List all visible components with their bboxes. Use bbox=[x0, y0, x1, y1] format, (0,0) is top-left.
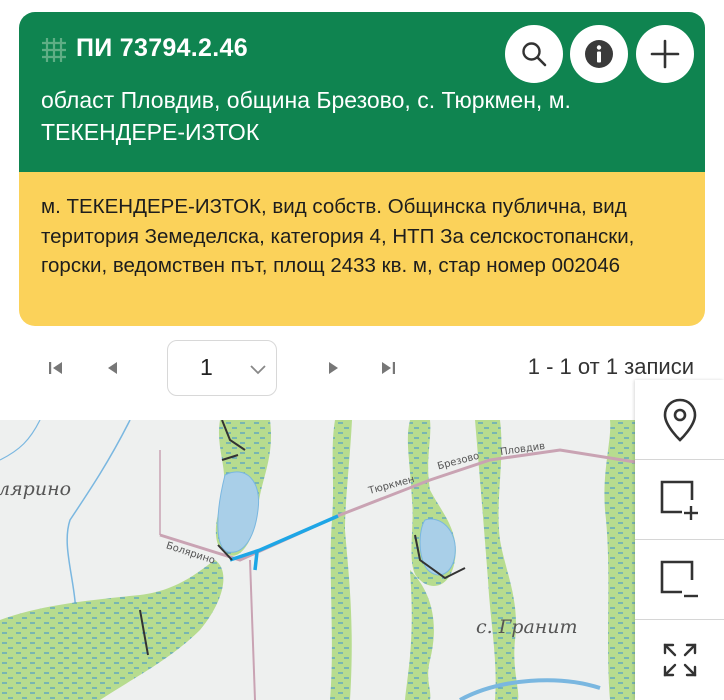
pagination: 1 1 - 1 от 1 записи bbox=[0, 340, 724, 396]
page-select-value: 1 bbox=[200, 354, 213, 380]
parcel-description: м. ТЕКЕНДЕРЕ-ИЗТОК, вид собств. Общинска… bbox=[41, 195, 635, 277]
map-view[interactable]: лярино с. Гранит Тюркмен Брезово Пловдив… bbox=[0, 420, 724, 700]
map-toolbar bbox=[635, 380, 724, 700]
fullscreen-icon bbox=[663, 643, 696, 677]
parcel-grid-icon bbox=[42, 38, 66, 62]
parcel-address: област Пловдив, община Брезово, с. Тюркм… bbox=[41, 87, 571, 145]
page-select[interactable]: 1 bbox=[167, 340, 277, 396]
remove-area-button[interactable] bbox=[635, 540, 724, 620]
village-label-boliarino: лярино bbox=[0, 478, 72, 500]
search-button[interactable] bbox=[505, 25, 563, 83]
first-page-button[interactable] bbox=[44, 356, 68, 380]
plus-icon bbox=[650, 39, 680, 69]
village-label-granit: с. Гранит bbox=[476, 616, 578, 638]
prev-page-icon bbox=[108, 362, 117, 374]
prev-page-button[interactable] bbox=[100, 356, 124, 380]
parcel-header: ПИ 73794.2.46 област Пловдив, община Бре… bbox=[19, 12, 705, 172]
add-area-icon bbox=[660, 480, 698, 520]
fullscreen-button[interactable] bbox=[635, 620, 724, 700]
next-page-icon bbox=[329, 362, 338, 374]
info-icon bbox=[585, 40, 613, 68]
search-icon bbox=[522, 42, 547, 67]
map-canvas bbox=[0, 420, 636, 700]
location-pin-icon bbox=[663, 398, 696, 442]
parcel-details: м. ТЕКЕНДЕРЕ-ИЗТОК, вид собств. Общинска… bbox=[19, 172, 705, 326]
add-area-button[interactable] bbox=[635, 460, 724, 540]
parcel-title: ПИ 73794.2.46 bbox=[76, 34, 248, 62]
info-button[interactable] bbox=[570, 25, 628, 83]
add-button[interactable] bbox=[636, 25, 694, 83]
next-page-button[interactable] bbox=[322, 356, 346, 380]
locate-button[interactable] bbox=[635, 380, 724, 460]
remove-area-icon bbox=[660, 560, 698, 597]
last-page-button[interactable] bbox=[376, 356, 400, 380]
records-info: 1 - 1 от 1 записи bbox=[527, 354, 694, 379]
last-page-icon bbox=[382, 362, 395, 374]
first-page-icon bbox=[49, 362, 62, 374]
chevron-down-icon bbox=[250, 365, 266, 375]
